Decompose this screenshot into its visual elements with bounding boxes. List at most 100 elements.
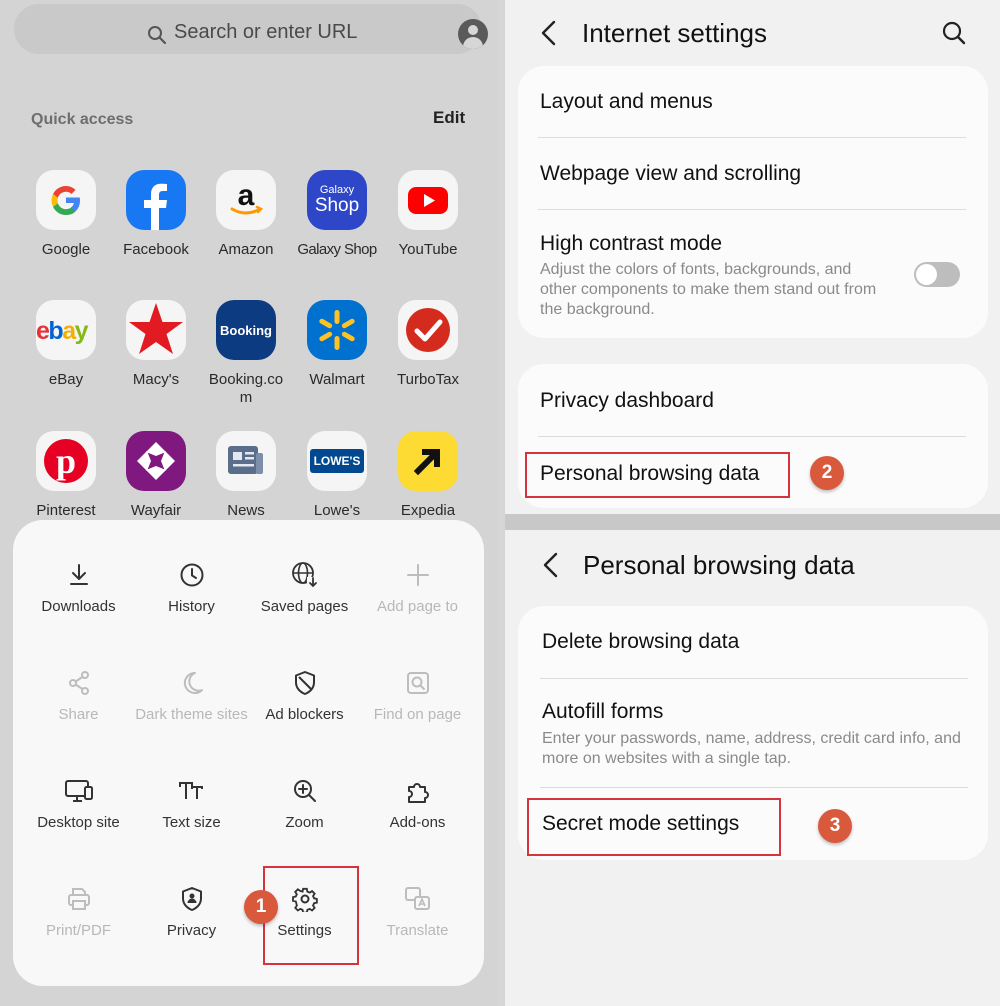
quick-access-google[interactable]: Google (16, 170, 116, 259)
step-1-badge: 1 (244, 890, 278, 924)
menu-text-size[interactable]: Text size (135, 776, 248, 832)
back-arrow-icon[interactable] (540, 20, 558, 51)
menu-privacy[interactable]: Privacy (135, 884, 248, 940)
menu-label: Add-ons (389, 814, 446, 831)
clock-icon (135, 560, 248, 590)
desktop-icon (22, 776, 135, 806)
facebook-icon (126, 170, 186, 230)
globe-download-icon (248, 560, 361, 590)
menu-add-ons[interactable]: Add-ons (361, 776, 474, 832)
back-arrow-icon[interactable] (542, 552, 560, 583)
google-icon (36, 170, 96, 230)
menu-label: Translate (386, 922, 449, 939)
secret-mode-highlight-box (527, 798, 781, 856)
internet-settings-panel: Internet settings Layout and menus Webpa… (505, 0, 1000, 514)
menu-label: Downloads (41, 598, 116, 615)
menu-find-on-page[interactable]: Find on page (361, 668, 474, 724)
high-contrast-description: Adjust the colors of fonts, backgrounds,… (540, 261, 877, 318)
quick-access-title: Quick access (31, 111, 134, 128)
menu-dark-theme-sites[interactable]: Dark theme sites (135, 668, 248, 724)
high-contrast-mode-item[interactable]: High contrast mode (540, 232, 722, 256)
quick-access-label: Amazon (218, 241, 274, 258)
menu-label: Dark theme sites (135, 706, 248, 723)
menu-history[interactable]: History (135, 560, 248, 616)
menu-zoom[interactable]: Zoom (248, 776, 361, 832)
step-3-badge: 3 (818, 809, 852, 843)
svg-text:ebay: ebay (36, 317, 89, 345)
menu-print-pdf[interactable]: Print/PDF (22, 884, 135, 940)
menu-translate[interactable]: Translate (361, 884, 474, 940)
lowes-icon-text: LOWE'S (309, 449, 365, 473)
quick-access-lowes[interactable]: LOWE'S Lowe's (287, 431, 387, 520)
turbotax-check-icon (398, 300, 458, 360)
menu-ad-blockers[interactable]: Ad blockers (248, 668, 361, 724)
youtube-icon (398, 170, 458, 230)
quick-access-label: TurboTax (397, 371, 459, 388)
menu-label: Ad blockers (265, 706, 344, 723)
menu-label: Find on page (373, 706, 462, 723)
menu-desktop-site[interactable]: Desktop site (22, 776, 135, 832)
quick-access-label: Facebook (123, 241, 189, 258)
quick-access-news[interactable]: News (196, 431, 296, 520)
quick-access-wayfair[interactable]: Wayfair (106, 431, 206, 520)
privacy-dashboard-item[interactable]: Privacy dashboard (540, 389, 714, 413)
menu-add-page-to[interactable]: Add page to (361, 560, 474, 616)
amazon-icon: a (216, 170, 276, 230)
menu-label: Privacy (166, 922, 217, 939)
step-2-badge: 2 (810, 456, 844, 490)
quick-access-label: Booking.co m (208, 371, 284, 406)
moon-icon (135, 668, 248, 698)
autofill-forms-item[interactable]: Autofill forms (542, 700, 663, 724)
quick-access-label: eBay (48, 371, 84, 388)
quick-access-youtube[interactable]: YouTube (378, 170, 478, 259)
menu-downloads[interactable]: Downloads (22, 560, 135, 616)
quick-access-label: News (227, 502, 265, 519)
quick-access-pinterest[interactable]: p Pinterest (16, 431, 116, 520)
zoom-in-icon (248, 776, 361, 806)
booking-icon: Booking (216, 300, 276, 360)
quick-access-label: Macy's (132, 371, 180, 388)
menu-label: Text size (162, 814, 221, 831)
privacy-shield-icon (135, 884, 248, 914)
quick-access-label: Expedia (400, 502, 456, 519)
search-icon (147, 25, 167, 45)
menu-saved-pages[interactable]: Saved pages (248, 560, 361, 616)
menu-label: Print/PDF (45, 922, 111, 939)
account-avatar-icon[interactable] (458, 19, 488, 49)
autofill-forms-description: Enter your passwords, name, address, cre… (542, 730, 961, 767)
delete-browsing-data-item[interactable]: Delete browsing data (542, 630, 739, 654)
menu-share[interactable]: Share (22, 668, 135, 724)
search-icon[interactable] (941, 20, 967, 51)
webpage-view-item[interactable]: Webpage view and scrolling (540, 162, 801, 186)
layout-and-menus-item[interactable]: Layout and menus (540, 90, 713, 114)
settings-card-display: Layout and menus Webpage view and scroll… (518, 66, 988, 338)
booking-icon-text: Booking (220, 322, 272, 338)
shield-icon (248, 668, 361, 698)
page-title: Internet settings (582, 18, 767, 48)
quick-access-macys[interactable]: Macy's (106, 300, 206, 389)
menu-label: History (168, 598, 215, 615)
quick-access-edit-button[interactable]: Edit (433, 108, 465, 128)
quick-access-expedia[interactable]: Expedia (378, 431, 478, 520)
quick-access-facebook[interactable]: Facebook (106, 170, 206, 259)
quick-access-turbotax[interactable]: TurboTax (378, 300, 478, 389)
personal-browsing-data-highlight-box (525, 452, 790, 498)
quick-access-amazon[interactable]: a Amazon (196, 170, 296, 259)
svg-text:a: a (238, 179, 255, 212)
quick-access-walmart[interactable]: Walmart (287, 300, 387, 389)
quick-access-galaxy-shop[interactable]: Galaxy Shop Galaxy Shop (287, 170, 387, 259)
divider (538, 209, 966, 210)
menu-label: Zoom (285, 814, 324, 831)
puzzle-icon (361, 776, 474, 806)
quick-access-booking[interactable]: Booking Booking.co m (196, 300, 296, 407)
plus-icon (361, 560, 474, 590)
high-contrast-toggle[interactable] (914, 262, 960, 287)
search-input-placeholder[interactable]: Search or enter URL (174, 21, 357, 44)
find-page-icon (361, 668, 474, 698)
quick-access-ebay[interactable]: ebay eBay (16, 300, 116, 389)
quick-access-label: Galaxy Shop (297, 241, 377, 258)
panel-separator (505, 514, 1000, 530)
quick-access-label: YouTube (398, 241, 458, 258)
search-bar[interactable]: Search or enter URL (14, 4, 488, 54)
quick-access-label: Lowe's (313, 502, 361, 519)
